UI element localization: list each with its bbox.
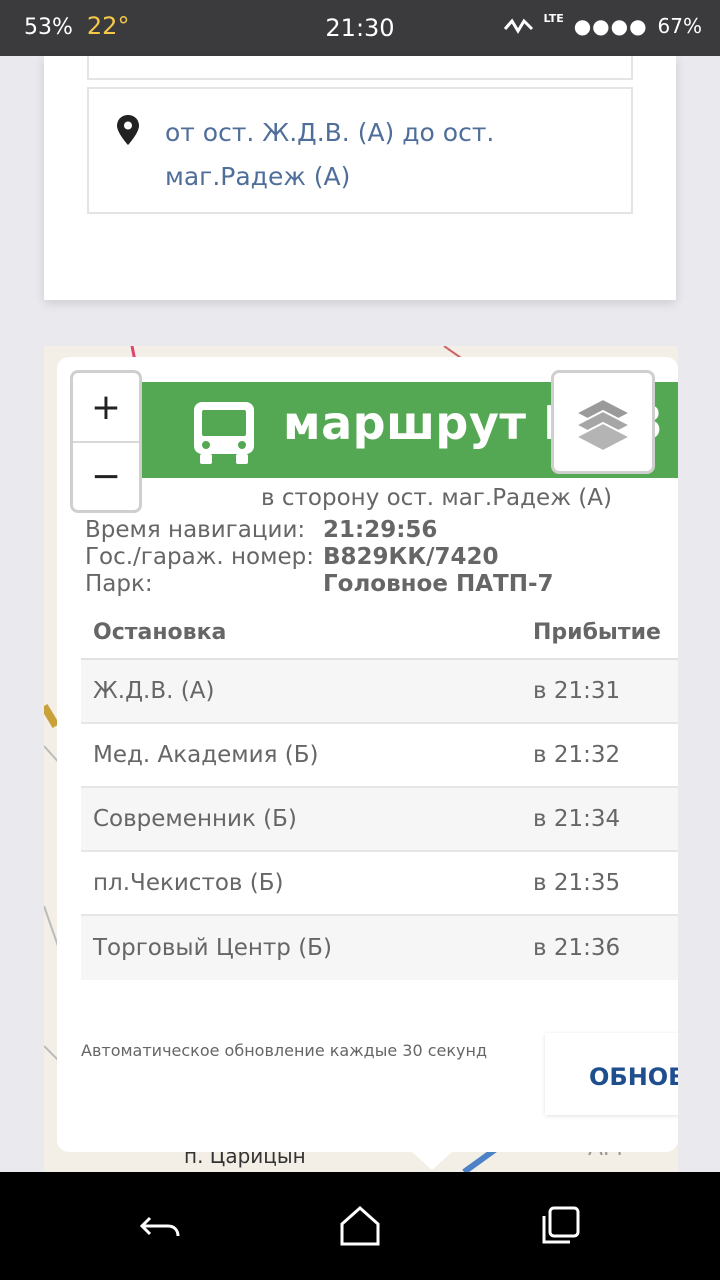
- bus-icon: [194, 402, 254, 464]
- info-row: Время навигации: 21:29:56: [85, 517, 554, 544]
- zoom-out-button[interactable]: −: [73, 441, 139, 509]
- layers-icon: [573, 397, 633, 453]
- route-item[interactable]: от ост. Ж.Д.В. (А) до ост. маг.Радеж (А): [87, 87, 633, 214]
- table-row: пл.Чекистов (Б) в 21:35: [81, 852, 678, 916]
- vehicle-popup: маршрут N 33 в сторону ост. маг.Радеж (А…: [57, 357, 678, 1152]
- status-bar: 53% 22° 21:30 LTE ●●●● 67%: [0, 0, 720, 56]
- data-activity-icon: [503, 18, 533, 34]
- battery-percent: 67%: [657, 14, 702, 38]
- route-link[interactable]: от ост. Ж.Д.В. (А) до ост. маг.Радеж (А): [165, 111, 595, 199]
- info-value: 21:29:56: [323, 517, 438, 543]
- signal-strength: ●●●●: [573, 14, 648, 38]
- arrival-time: в 21:31: [533, 678, 621, 704]
- arrival-time: в 21:34: [533, 806, 621, 832]
- info-value: Головное ПАТП-7: [323, 571, 554, 597]
- info-row: Парк: Головное ПАТП-7: [85, 571, 554, 598]
- info-label: Гос./гараж. номер:: [85, 544, 314, 570]
- stop-name: Ж.Д.В. (А): [93, 678, 215, 704]
- zoom-control: + −: [70, 370, 142, 513]
- arrival-table: Остановка Прибытие Ж.Д.В. (А) в 21:31 Ме…: [81, 607, 678, 980]
- stop-name: Современник (Б): [93, 806, 297, 832]
- arrival-time: в 21:36: [533, 935, 621, 961]
- location-pin-icon: [117, 115, 139, 145]
- network-type: LTE: [543, 11, 564, 25]
- table-row: Современник (Б) в 21:34: [81, 788, 678, 852]
- header-arrival: Прибытие: [533, 620, 661, 645]
- status-right: LTE ●●●● 67%: [503, 11, 702, 38]
- info-label: Время навигации:: [85, 517, 306, 543]
- stop-name: пл.Чекистов (Б): [93, 870, 284, 896]
- arrival-time: в 21:35: [533, 870, 621, 896]
- auto-update-note: Автоматическое обновление каждые 30 секу…: [81, 1041, 487, 1060]
- home-icon[interactable]: [338, 1204, 382, 1248]
- stop-card: от ост. Ж.Д.В. (А) до ост. маг.Радеж (А): [44, 56, 676, 300]
- direction-text: в сторону ост. маг.Радеж (А): [261, 485, 612, 511]
- previous-route-box[interactable]: [87, 56, 633, 80]
- stop-name: Торговый Центр (Б): [93, 935, 332, 961]
- layers-button[interactable]: [551, 370, 655, 474]
- table-row: Торговый Центр (Б) в 21:36: [81, 916, 678, 980]
- info-value: В829КК/7420: [323, 544, 499, 570]
- arrival-time: в 21:32: [533, 742, 621, 768]
- vehicle-info: Время навигации: 21:29:56 Гос./гараж. но…: [85, 517, 554, 598]
- info-row: Гос./гараж. номер: В829КК/7420: [85, 544, 554, 571]
- navigation-bar: [0, 1172, 720, 1280]
- refresh-button[interactable]: ОБНОВИТЬ: [545, 1033, 678, 1115]
- recents-icon[interactable]: [538, 1204, 582, 1248]
- table-header: Остановка Прибытие: [81, 607, 678, 660]
- back-icon[interactable]: [138, 1204, 182, 1248]
- info-label: Парк:: [85, 571, 153, 597]
- table-row: Мед. Академия (Б) в 21:32: [81, 724, 678, 788]
- stop-name: Мед. Академия (Б): [93, 742, 319, 768]
- table-row: Ж.Д.В. (А) в 21:31: [81, 660, 678, 724]
- header-stop: Остановка: [93, 620, 227, 645]
- popup-pointer: [410, 1150, 454, 1170]
- zoom-in-button[interactable]: +: [73, 373, 139, 441]
